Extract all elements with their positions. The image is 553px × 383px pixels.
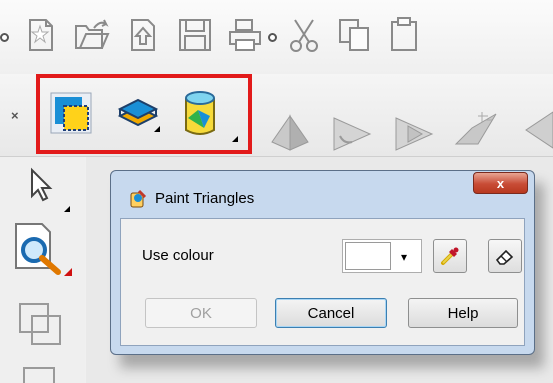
- frame-icon[interactable]: [20, 364, 66, 383]
- wedge-icon[interactable]: [518, 108, 553, 152]
- new-document-icon[interactable]: [22, 16, 60, 54]
- surface-icon[interactable]: [452, 108, 500, 152]
- eyedropper-icon: [441, 247, 459, 265]
- pyramid-icon[interactable]: [268, 112, 312, 152]
- overlap-squares-icon[interactable]: [16, 300, 70, 352]
- toolbar-grip-icon[interactable]: [0, 33, 9, 42]
- eraser-button[interactable]: [488, 239, 522, 273]
- dialog-title: Paint Triangles: [155, 190, 255, 207]
- paste-icon[interactable]: [388, 16, 426, 54]
- arrow-shape-2-icon[interactable]: [392, 112, 436, 152]
- toolbar-close-button[interactable]: ×: [11, 108, 19, 123]
- ok-button[interactable]: OK: [145, 298, 257, 328]
- app-icon: [130, 189, 147, 208]
- help-button[interactable]: Help: [408, 298, 518, 328]
- print-icon[interactable]: [226, 16, 264, 54]
- import-icon[interactable]: [124, 16, 162, 54]
- highlight-box: [36, 74, 252, 154]
- arrow-shape-icon[interactable]: [330, 112, 374, 152]
- cut-icon[interactable]: [285, 16, 323, 54]
- close-button[interactable]: x: [473, 172, 528, 194]
- eyedropper-button[interactable]: [433, 239, 467, 273]
- select-arrow-icon[interactable]: [26, 166, 70, 218]
- eraser-icon: [495, 249, 514, 265]
- copy-icon[interactable]: [336, 16, 374, 54]
- colour-swatch: [345, 242, 391, 270]
- save-icon[interactable]: [176, 16, 214, 54]
- chevron-down-icon[interactable]: ▾: [401, 250, 407, 264]
- open-folder-icon[interactable]: [72, 16, 110, 54]
- toolbar-grip-icon[interactable]: [268, 33, 277, 42]
- use-colour-label: Use colour: [142, 247, 214, 264]
- cancel-button[interactable]: Cancel: [275, 298, 387, 328]
- zoom-magnifier-icon[interactable]: [12, 220, 76, 282]
